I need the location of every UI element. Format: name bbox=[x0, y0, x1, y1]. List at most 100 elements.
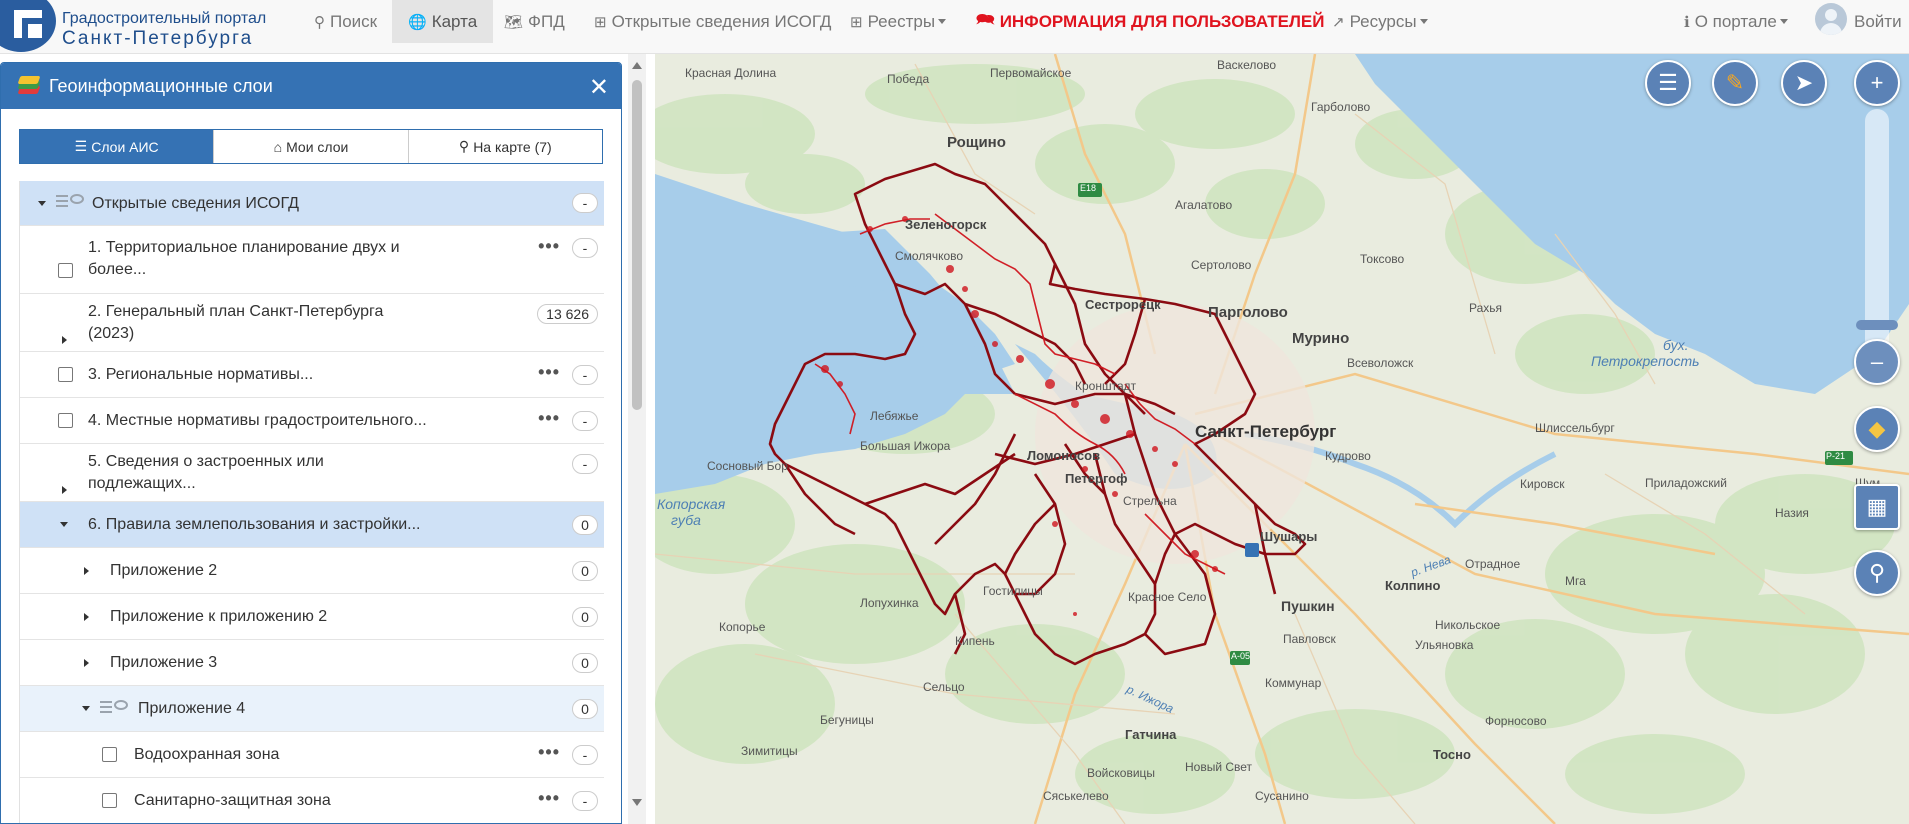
caret-right-icon[interactable] bbox=[62, 486, 67, 494]
tree-row-appendix-3[interactable]: Приложение 3 0 bbox=[20, 640, 604, 686]
map-label: Мга bbox=[1565, 574, 1586, 588]
tree-row-open-isogd[interactable]: Открытые сведения ИСОГД - bbox=[20, 181, 604, 226]
tree-row-appendix-to-appendix-2[interactable]: Приложение к приложению 2 0 bbox=[20, 594, 604, 640]
comments-icon: 🗪 bbox=[976, 11, 995, 28]
eye-list-icon[interactable] bbox=[100, 699, 130, 715]
tree-row-label-line2: (2023) bbox=[88, 325, 135, 342]
layer-checkbox[interactable] bbox=[58, 413, 73, 428]
tree-row-label: 2. Генеральный план Санкт-Петербурга bbox=[88, 303, 384, 320]
nav-search[interactable]: ⚲ Поиск bbox=[298, 0, 393, 43]
basemap-button[interactable]: ▦ bbox=[1854, 484, 1900, 530]
layer-checkbox[interactable] bbox=[58, 263, 73, 278]
nav-about[interactable]: ℹО портале bbox=[1668, 0, 1804, 43]
zoom-out-button[interactable]: – bbox=[1854, 339, 1900, 385]
user-avatar-icon[interactable] bbox=[1815, 3, 1847, 35]
zoom-slider-handle[interactable] bbox=[1856, 320, 1898, 330]
tree-row-water-protection-zone[interactable]: Водоохранная зона ••• - bbox=[20, 732, 604, 778]
geolocate-button[interactable]: ➤ bbox=[1781, 60, 1827, 106]
external-link-icon: ↗ bbox=[1332, 13, 1345, 31]
tab-ais-layers[interactable]: ☰ Слои АИС bbox=[20, 130, 215, 163]
layer-count-badge: 0 bbox=[572, 561, 598, 581]
map-label: Кировск bbox=[1520, 477, 1565, 491]
search-icon: ⚲ bbox=[314, 13, 325, 31]
scroll-up-icon[interactable] bbox=[632, 62, 642, 69]
layer-count-badge: - bbox=[572, 238, 598, 258]
map-label: Смолячково bbox=[895, 249, 964, 263]
nav-user-info[interactable]: 🗪 ИНФОРМАЦИЯ ДЛЯ ПОЛЬЗОВАТЕЛЕЙ bbox=[960, 0, 1341, 43]
map-label: губа bbox=[671, 512, 701, 528]
map-label-city: Санкт-Петербург bbox=[1195, 422, 1337, 441]
more-options-icon[interactable]: ••• bbox=[538, 236, 560, 257]
caret-down-icon[interactable] bbox=[82, 706, 90, 711]
nav-map[interactable]: 🌐 Карта bbox=[392, 0, 494, 43]
scrollbar-thumb[interactable] bbox=[632, 80, 642, 410]
portal-logo[interactable]: Градостроительный портал Санкт-Петербург… bbox=[0, 0, 270, 54]
map-label: Сяськелево bbox=[1043, 789, 1109, 803]
caret-down-icon[interactable] bbox=[60, 522, 68, 527]
layer-count-badge: 0 bbox=[572, 607, 598, 627]
tree-row-label: 6. Правила землепользования и застройки.… bbox=[88, 516, 421, 533]
nav-resources[interactable]: ↗ Ресурсы bbox=[1316, 0, 1444, 43]
layer-count-badge: - bbox=[572, 411, 598, 431]
more-options-icon[interactable]: ••• bbox=[538, 788, 560, 809]
layers-icon bbox=[17, 76, 41, 96]
map-label: Рахья bbox=[1469, 301, 1503, 315]
tab-my-layers[interactable]: ⌂ Мои слои bbox=[214, 130, 409, 163]
layers-button[interactable]: ◆ bbox=[1854, 406, 1900, 452]
layer-count-badge: - bbox=[572, 365, 598, 385]
layer-checkbox[interactable] bbox=[58, 367, 73, 382]
caret-right-icon[interactable] bbox=[62, 336, 67, 344]
caret-right-icon[interactable] bbox=[84, 613, 89, 621]
map-label: Красное Село bbox=[1128, 590, 1207, 604]
layer-count-badge: 0 bbox=[572, 699, 598, 719]
caret-right-icon[interactable] bbox=[84, 567, 89, 575]
tree-row-layer-3[interactable]: 3. Региональные нормативы... ••• - bbox=[20, 352, 604, 398]
nav-registries[interactable]: ⊞ Реестры bbox=[834, 0, 962, 43]
tree-row-layer-6[interactable]: 6. Правила землепользования и застройки.… bbox=[20, 502, 604, 548]
eye-list-icon[interactable] bbox=[56, 193, 86, 209]
login-link[interactable]: Войти bbox=[1846, 0, 1902, 43]
more-options-icon[interactable]: ••• bbox=[538, 408, 560, 429]
map-label: Петрокрепость bbox=[1591, 353, 1700, 369]
layer-checkbox[interactable] bbox=[102, 747, 117, 762]
list-icon: ☰ bbox=[1658, 70, 1678, 95]
caret-down-icon[interactable] bbox=[38, 201, 46, 206]
layer-checkbox[interactable] bbox=[102, 793, 117, 808]
tree-row-layer-4[interactable]: 4. Местные нормативы градостроительного.… bbox=[20, 398, 604, 444]
tree-row-sanitary-zone[interactable]: Санитарно-защитная зона ••• - bbox=[20, 778, 604, 823]
more-options-icon[interactable]: ••• bbox=[538, 362, 560, 383]
nav-search-label: Поиск bbox=[330, 11, 378, 31]
layer-count-badge: - bbox=[572, 791, 598, 811]
zoom-in-button[interactable]: + bbox=[1854, 60, 1900, 106]
map-label: бух. bbox=[1663, 337, 1689, 353]
top-navbar: Градостроительный портал Санкт-Петербург… bbox=[0, 0, 1909, 54]
map-label: Новый Свет bbox=[1185, 760, 1253, 774]
draw-tool-button[interactable]: ✎ bbox=[1712, 60, 1758, 106]
scroll-down-icon[interactable] bbox=[632, 799, 642, 806]
close-icon[interactable]: ✕ bbox=[589, 73, 609, 102]
tree-row-appendix-2[interactable]: Приложение 2 0 bbox=[20, 548, 604, 594]
nav-fpd[interactable]: 🗺 ФПД bbox=[488, 0, 581, 43]
more-options-icon[interactable]: ••• bbox=[538, 742, 560, 763]
map-label: Отрадное bbox=[1465, 557, 1521, 571]
map-label: Шушары bbox=[1260, 529, 1318, 544]
nav-fpd-label: ФПД bbox=[528, 11, 565, 31]
tree-row-appendix-4[interactable]: Приложение 4 0 bbox=[20, 686, 604, 732]
tree-row-layer-1[interactable]: 1. Территориальное планирование двух и б… bbox=[20, 226, 604, 294]
tree-row-label: 5. Сведения о застроенных или bbox=[88, 453, 324, 470]
nav-open-isogd[interactable]: ⊞ Открытые сведения ИСОГД bbox=[578, 0, 847, 43]
info-icon: ℹ bbox=[1684, 13, 1690, 31]
tree-row-layer-2[interactable]: 2. Генеральный план Санкт-Петербурга (20… bbox=[20, 294, 604, 352]
caret-right-icon[interactable] bbox=[84, 659, 89, 667]
map-label: Никольское bbox=[1435, 618, 1501, 632]
map-search-button[interactable]: ⚲ bbox=[1854, 550, 1900, 596]
tab-on-map[interactable]: ⚲ На карте (7) bbox=[408, 130, 602, 163]
tree-row-layer-5[interactable]: 5. Сведения о застроенных или подлежащих… bbox=[20, 444, 604, 502]
home-icon: ⌂ bbox=[273, 138, 283, 155]
map-label: Рощино bbox=[947, 134, 1006, 151]
map-label: Форносово bbox=[1485, 714, 1547, 728]
legend-list-button[interactable]: ☰ bbox=[1645, 60, 1691, 106]
map-view[interactable]: E18 Р-21 А-05 Красная Долина Победа Перв… bbox=[655, 54, 1909, 824]
layers-scrollbar[interactable] bbox=[628, 54, 646, 824]
layers-panel-title: Геоинформационные слои bbox=[49, 75, 273, 96]
